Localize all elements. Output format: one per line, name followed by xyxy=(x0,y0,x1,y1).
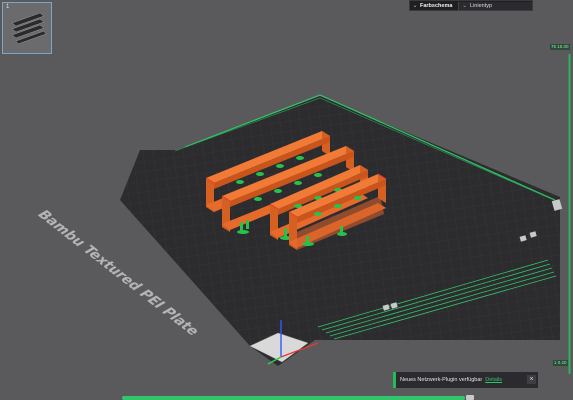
color-scheme-select[interactable]: ⌄ Linientyp xyxy=(458,1,532,10)
layer-slider-bottom-label: 1 0.20 xyxy=(553,360,568,366)
move-slider-handle[interactable] xyxy=(466,395,474,400)
layer-slider[interactable] xyxy=(566,54,573,374)
plate-thumbnail[interactable]: 1 xyxy=(2,2,52,54)
color-scheme-value: Linientyp xyxy=(470,2,493,9)
notification-details-link[interactable]: Details xyxy=(485,377,502,383)
chevron-down-icon: ⌄ xyxy=(462,2,468,9)
color-scheme-bar: ⌄ Farbschema ⌄ Linientyp xyxy=(409,0,533,11)
color-scheme-label: Farbschema xyxy=(420,2,453,9)
move-slider-track[interactable] xyxy=(122,396,465,400)
close-icon[interactable]: × xyxy=(527,375,536,384)
3d-viewport[interactable]: Bambu Textured PEI Plate xyxy=(0,0,573,400)
notification-message: Neues Netzwerk-Plugin verfügbar xyxy=(400,377,483,383)
collapse-chevron-icon[interactable]: ⌄ xyxy=(410,2,420,9)
thumbnail-preview-icon xyxy=(11,12,47,45)
layer-slider-top-label: 75 15.00 xyxy=(550,44,570,50)
plugin-notification: Neues Netzwerk-Plugin verfügbar Details … xyxy=(393,372,538,388)
